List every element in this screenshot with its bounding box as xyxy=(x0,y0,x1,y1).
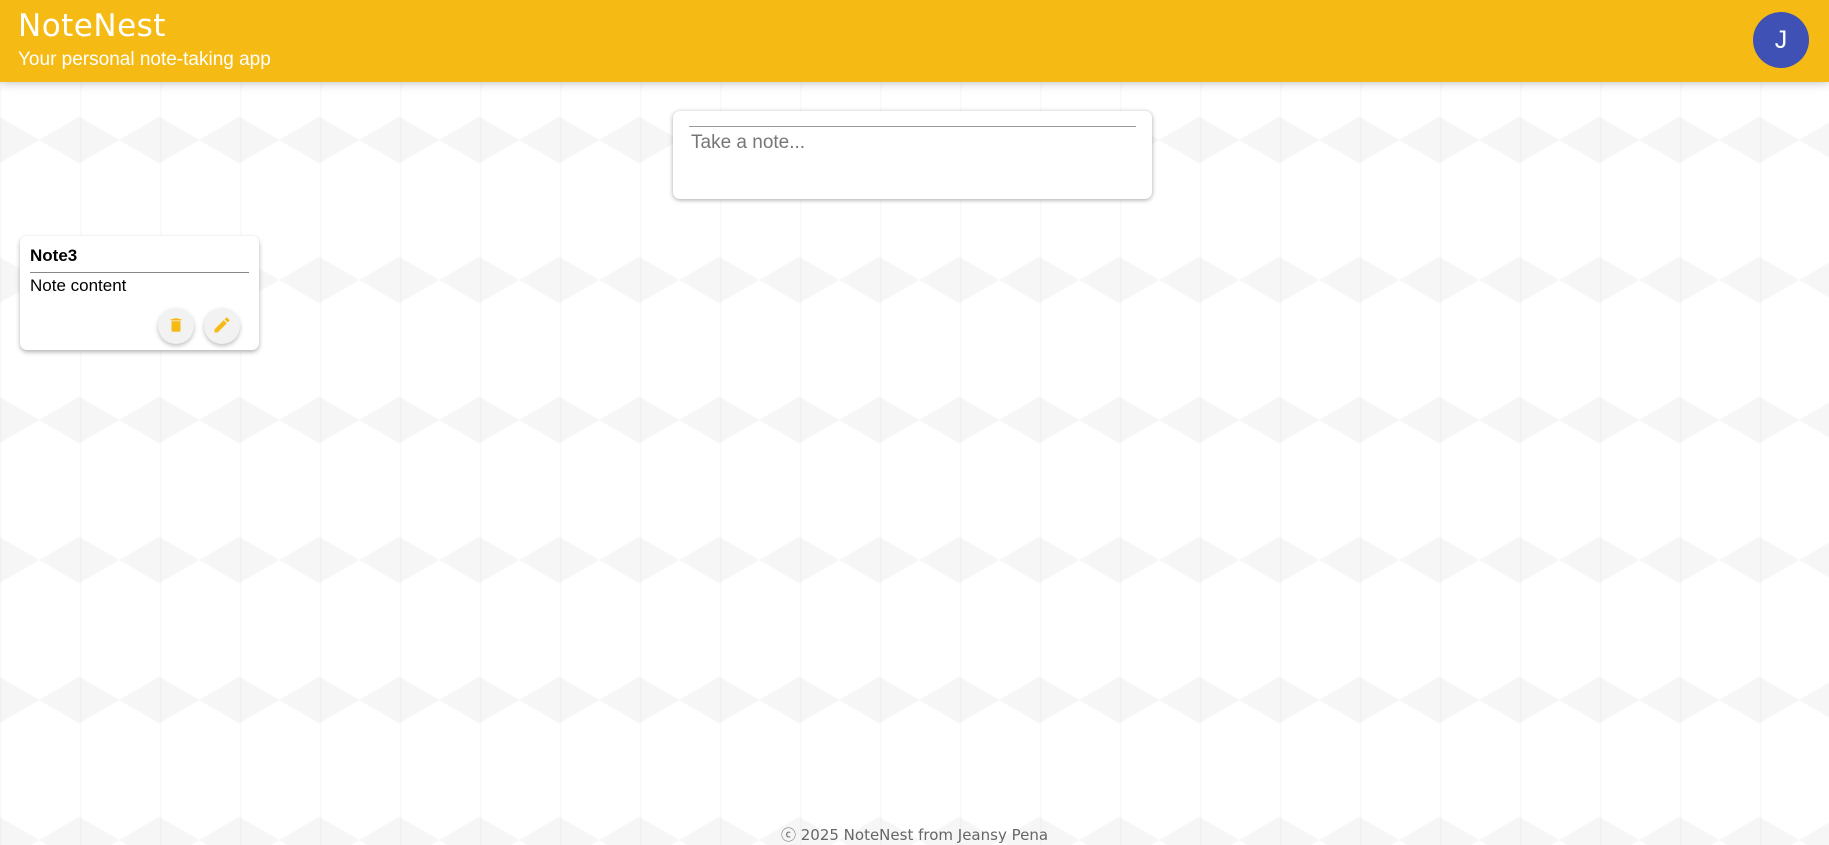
app-title: NoteNest xyxy=(18,8,166,44)
delete-note-button[interactable] xyxy=(158,308,194,344)
take-note-input[interactable] xyxy=(691,132,1131,184)
trash-icon xyxy=(167,316,185,337)
app-header: NoteNest Your personal note-taking app J xyxy=(0,0,1829,82)
footer-copyright: ⓒ 2025 NoteNest from Jeansy Pena xyxy=(780,826,1049,844)
edit-note-button[interactable] xyxy=(204,308,240,344)
note-divider xyxy=(30,272,249,273)
user-avatar[interactable]: J xyxy=(1753,12,1809,68)
pencil-icon xyxy=(212,315,232,338)
note-title: Note3 xyxy=(30,246,78,265)
app-subtitle: Your personal note-taking app xyxy=(18,49,271,70)
create-note-card xyxy=(673,111,1152,199)
note-content: Note content xyxy=(30,276,127,295)
note-card: Note3 Note content xyxy=(20,236,259,350)
create-note-divider xyxy=(689,126,1136,127)
